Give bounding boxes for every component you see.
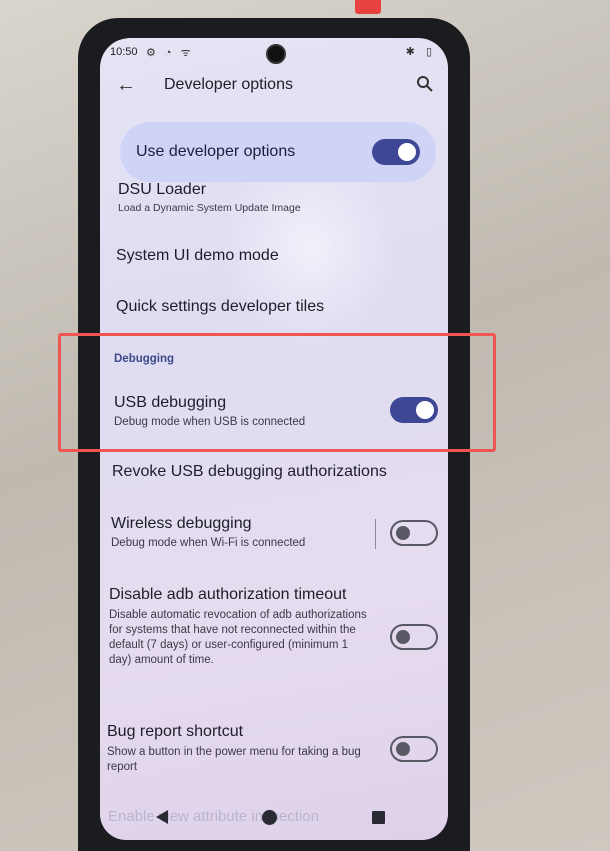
wireless-debugging-item[interactable]: Wireless debugging Debug mode when Wi-Fi… [111,514,432,551]
bug-report-shortcut-summary: Show a button in the power menu for taki… [107,746,361,773]
disable-adb-timeout-summary: Disable automatic revocation of adb auth… [109,609,367,666]
status-time: 10:50 [110,46,138,58]
search-icon[interactable] [416,75,434,93]
use-developer-options-toggle[interactable] [372,139,420,165]
toggle-knob [396,526,410,540]
page-title: Developer options [164,76,293,93]
dsu-loader-item[interactable]: DSU Loader Load a Dynamic System Update … [118,180,432,216]
navigation-bar: Enable view attribute inspection [100,798,448,840]
quick-settings-tiles-title: Quick settings developer tiles [116,298,325,315]
toggle-knob [398,143,416,161]
nav-recents-icon[interactable] [372,811,385,824]
use-developer-options-label: Use developer options [136,143,296,160]
dsu-loader-summary: Load a Dynamic System Update Image [118,202,301,214]
highlight-box [58,333,496,452]
status-bar: 10:50 ⚙ ◔ ᯤ ✱ ▯ [110,44,436,62]
toggle-knob [396,742,410,756]
disable-adb-timeout-title: Disable adb authorization timeout [109,586,347,603]
bug-report-shortcut-item[interactable]: Bug report shortcut Show a button in the… [107,722,370,775]
nav-back-icon[interactable] [156,810,168,824]
system-ui-demo-mode-item[interactable]: System UI demo mode [116,246,432,266]
app-bar: ← Developer options [100,66,448,106]
status-system-icons: ✱ ▯ [405,46,436,58]
divider [375,519,376,549]
back-arrow-icon[interactable]: ← [116,74,136,97]
system-ui-demo-mode-title: System UI demo mode [116,247,279,264]
bug-report-shortcut-title: Bug report shortcut [107,723,244,740]
disable-adb-timeout-item[interactable]: Disable adb authorization timeout Disabl… [109,585,370,668]
disable-adb-timeout-toggle[interactable] [390,624,438,650]
revoke-usb-authorizations-item[interactable]: Revoke USB debugging authorizations [112,462,432,482]
revoke-usb-authorizations-title: Revoke USB debugging authorizations [112,463,387,480]
desk-object [355,0,381,14]
wireless-debugging-summary: Debug mode when Wi-Fi is connected [111,537,306,549]
quick-settings-tiles-item[interactable]: Quick settings developer tiles [116,297,432,317]
bug-report-shortcut-toggle[interactable] [390,736,438,762]
use-developer-options-switch-row[interactable]: Use developer options [120,122,436,182]
view-attribute-inspection-item[interactable]: Enable view attribute inspection [108,808,319,825]
wireless-debugging-toggle[interactable] [390,520,438,546]
status-notification-icons: ⚙ ◔ ᯤ [146,47,194,59]
nav-home-icon[interactable] [262,810,277,825]
wireless-debugging-title: Wireless debugging [111,515,252,532]
toggle-knob [396,630,410,644]
dsu-loader-title: DSU Loader [118,181,207,198]
